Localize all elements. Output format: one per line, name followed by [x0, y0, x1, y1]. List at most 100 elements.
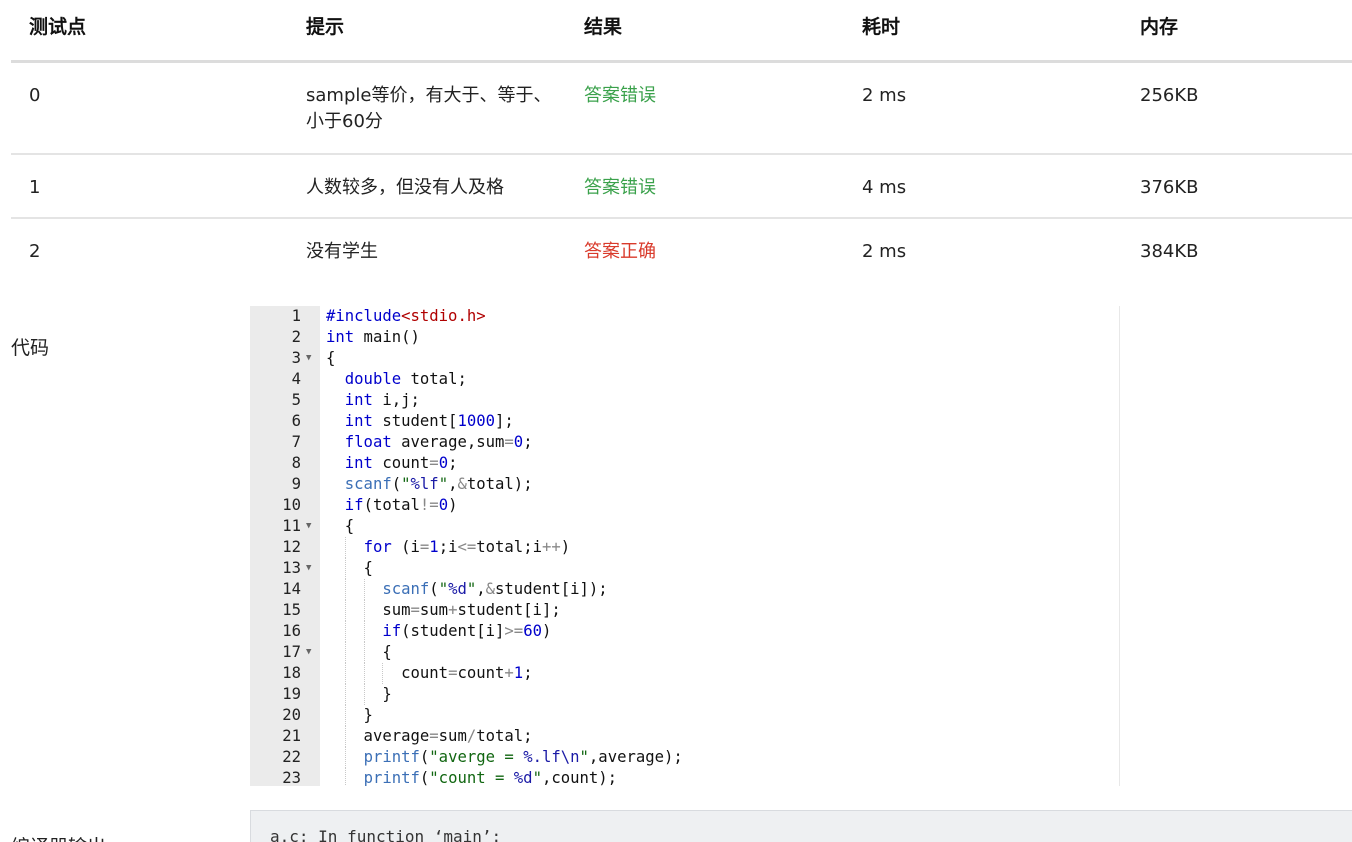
code-text: }	[326, 706, 373, 724]
test-point-result: 答案错误	[584, 85, 656, 106]
code-line: 5 int i,j;	[250, 390, 1119, 411]
code-text: float average,sum=0;	[344, 433, 533, 451]
line-number: 12	[282, 538, 301, 556]
line-number: 9	[291, 475, 301, 493]
table-row: 1 人数较多，但没有人及格 答案错误 4 ms 376KB	[11, 155, 1352, 219]
code-line: 4 double total;	[250, 369, 1119, 390]
code-line: 12 for (i=1;i<=total;i++)	[250, 537, 1119, 558]
code-text: scanf("%lf",&total);	[344, 475, 533, 493]
triangle-down-icon[interactable]: ▼	[306, 558, 311, 579]
code-text: {	[326, 517, 355, 535]
code-text: double total;	[344, 370, 467, 388]
line-number: 15	[282, 601, 301, 619]
code-line: 17 ▼ {	[250, 642, 1119, 663]
code-line: 20 }	[250, 705, 1119, 726]
line-number: 4	[291, 370, 301, 388]
code-editor[interactable]: 1 #include<stdio.h> 2 int main() 3 ▼ {4 double…	[250, 306, 1120, 786]
line-number: 16	[282, 622, 301, 640]
code-text: sum=sum+student[i];	[326, 601, 561, 619]
triangle-down-icon[interactable]: ▼	[306, 642, 311, 663]
line-number: 13	[282, 559, 301, 577]
test-point-memory: 376KB	[1140, 177, 1199, 198]
code-line: 22 printf("averge = %.lf\n",average);	[250, 747, 1119, 768]
code-text: printf("averge = %.lf\n",average);	[363, 748, 683, 766]
code-line: 10 if(total!=0)	[250, 495, 1119, 516]
code-text: #include<stdio.h>	[326, 307, 486, 325]
test-point-time: 2 ms	[862, 241, 907, 262]
line-number: 2	[291, 328, 301, 346]
code-line: 1 #include<stdio.h>	[250, 306, 1119, 327]
line-number: 6	[291, 412, 301, 430]
line-number: 7	[291, 433, 301, 451]
code-text: {	[326, 349, 336, 367]
code-line: 3 ▼ {	[250, 348, 1119, 369]
line-number: 1	[291, 307, 301, 325]
test-point-id: 0	[29, 85, 41, 106]
triangle-down-icon[interactable]: ▼	[306, 516, 311, 537]
code-text: int count=0;	[344, 454, 458, 472]
test-point-result: 答案正确	[584, 241, 656, 262]
line-number: 20	[282, 706, 301, 724]
line-number: 23	[282, 769, 301, 786]
code-line: 13 ▼ {	[250, 558, 1119, 579]
test-point-time: 2 ms	[862, 85, 907, 106]
code-line: 23 printf("count = %d",count);	[250, 768, 1119, 786]
line-number: 10	[282, 496, 301, 514]
line-number: 11	[282, 517, 301, 535]
header-test-point: 测试点	[29, 16, 87, 38]
test-point-memory: 384KB	[1140, 241, 1199, 262]
line-number: 5	[291, 391, 301, 409]
header-hint: 提示	[306, 16, 345, 38]
compile-output-label: 编译器输出	[11, 832, 106, 842]
table-row: 0 sample等价，有大于、等于、小于60分 答案错误 2 ms 256KB	[11, 63, 1352, 155]
code-text: int student[1000];	[344, 412, 514, 430]
code-line: 18 count=count+1;	[250, 663, 1119, 684]
test-point-hint: 没有学生	[306, 241, 378, 262]
header-memory: 内存	[1140, 16, 1179, 38]
code-text: scanf("%d",&student[i]);	[382, 580, 608, 598]
code-line: 21 average=sum/total;	[250, 726, 1119, 747]
code-line: 14 scanf("%d",&student[i]);	[250, 579, 1119, 600]
code-text: {	[326, 643, 392, 661]
code-lines: 1 #include<stdio.h> 2 int main() 3 ▼ {4 double…	[250, 306, 1119, 786]
line-number: 19	[282, 685, 301, 703]
line-number: 18	[282, 664, 301, 682]
test-results-table: 测试点 提示 结果 耗时 内存 0 sample等价，有大于、等于、小于60分 …	[11, 0, 1352, 283]
test-point-time: 4 ms	[862, 177, 907, 198]
code-text: for (i=1;i<=total;i++)	[363, 538, 571, 556]
test-point-result: 答案错误	[584, 177, 656, 198]
code-line: 15 sum=sum+student[i];	[250, 600, 1119, 621]
test-point-id: 2	[29, 241, 41, 262]
code-line: 19 }	[250, 684, 1119, 705]
code-text: if(student[i]>=60)	[382, 622, 552, 640]
code-line: 6 int student[1000];	[250, 411, 1119, 432]
code-text: int main()	[326, 328, 420, 346]
line-number: 17	[282, 643, 301, 661]
line-number: 8	[291, 454, 301, 472]
code-text: }	[326, 685, 392, 703]
triangle-down-icon[interactable]: ▼	[306, 348, 311, 369]
code-label: 代码	[11, 337, 50, 359]
code-text: count=count+1;	[326, 664, 533, 682]
submission-detail-page: 测试点 提示 结果 耗时 内存 0 sample等价，有大于、等于、小于60分 …	[0, 0, 1352, 842]
line-number: 3	[291, 349, 301, 367]
compile-output-box: a.c: In function ‘main’:	[250, 810, 1352, 842]
code-line: 7 float average,sum=0;	[250, 432, 1119, 453]
compile-output-text: a.c: In function ‘main’:	[270, 827, 502, 842]
code-text: int i,j;	[344, 391, 420, 409]
line-number: 21	[282, 727, 301, 745]
header-result: 结果	[584, 16, 623, 38]
code-text: {	[326, 559, 373, 577]
test-point-hint: sample等价，有大于、等于、小于60分	[306, 85, 552, 132]
code-line: 9 scanf("%lf",&total);	[250, 474, 1119, 495]
code-line: 11 ▼ {	[250, 516, 1119, 537]
test-point-hint: 人数较多，但没有人及格	[306, 177, 504, 198]
header-time: 耗时	[862, 16, 901, 38]
code-text: if(total!=0)	[344, 496, 458, 514]
line-number: 22	[282, 748, 301, 766]
code-text: printf("count = %d",count);	[363, 769, 618, 786]
code-line: 16 if(student[i]>=60)	[250, 621, 1119, 642]
test-point-id: 1	[29, 177, 41, 198]
line-number: 14	[282, 580, 301, 598]
table-header: 测试点 提示 结果 耗时 内存	[11, 0, 1352, 63]
